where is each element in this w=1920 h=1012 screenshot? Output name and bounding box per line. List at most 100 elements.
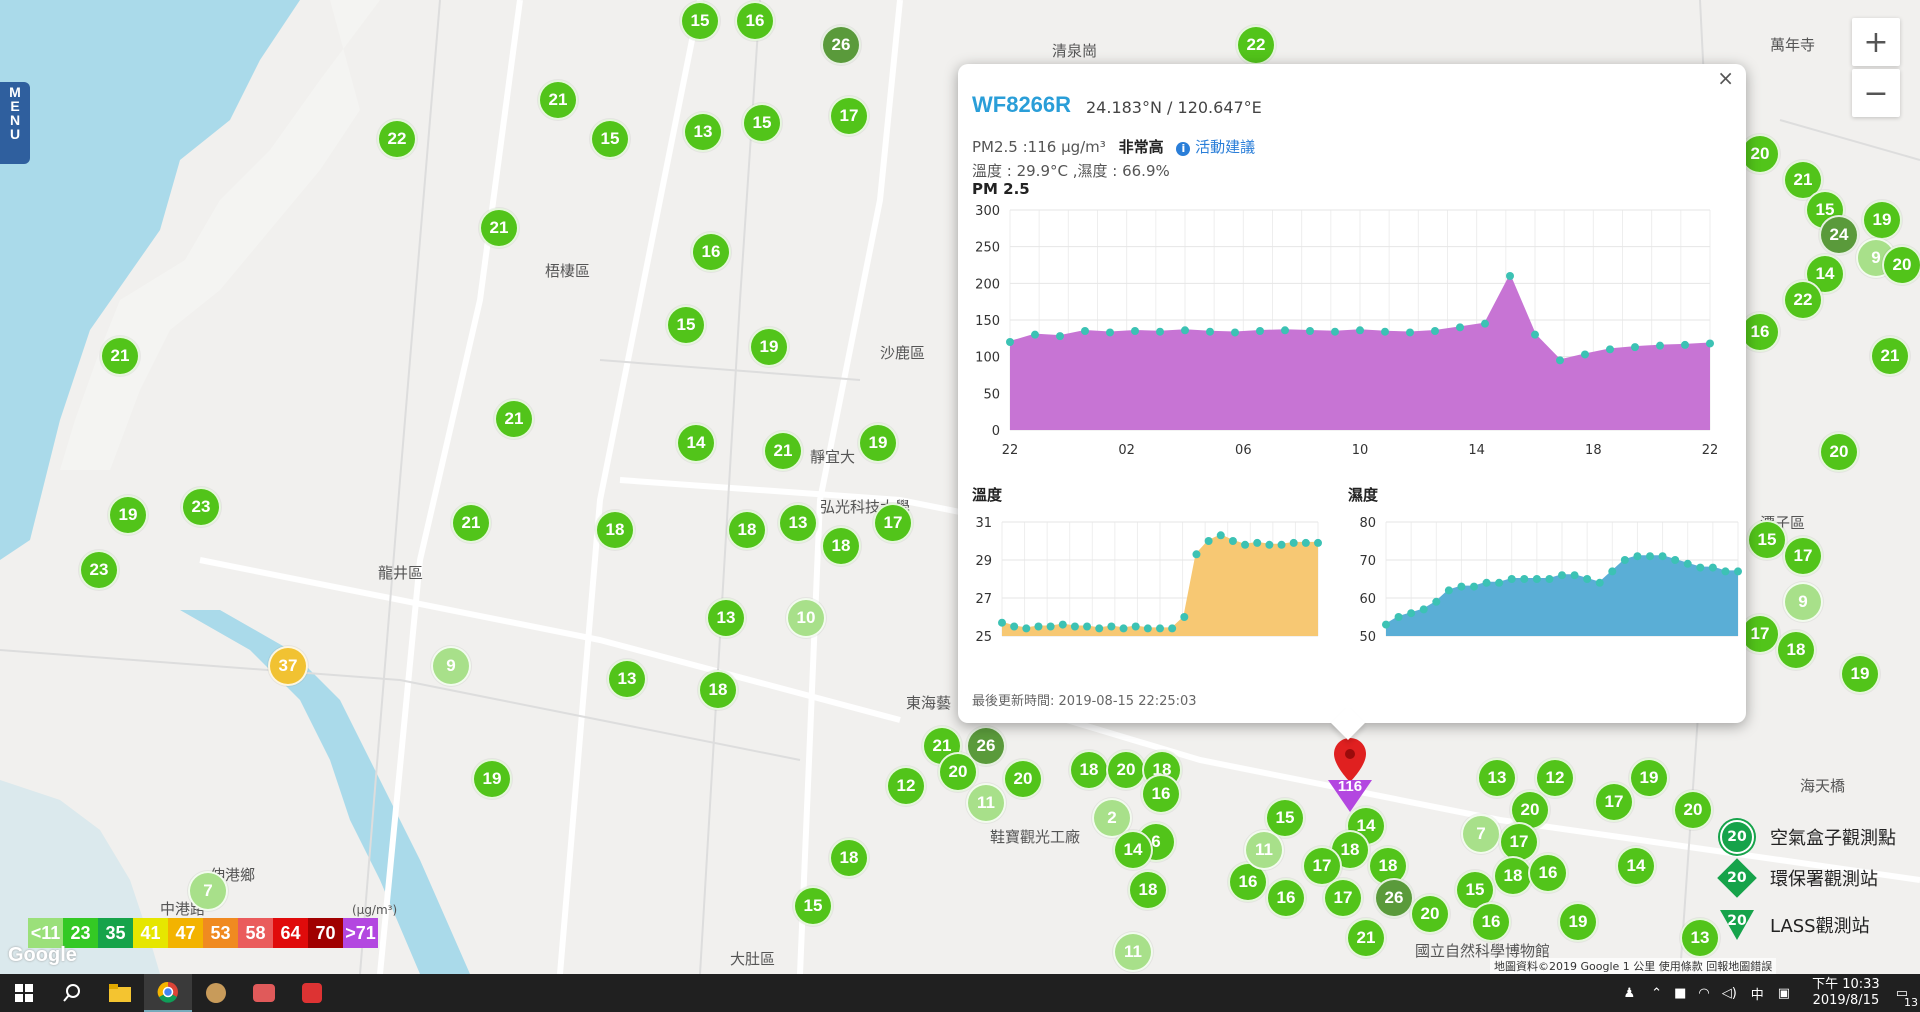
app-button-1[interactable] xyxy=(192,974,240,1012)
wifi-icon[interactable]: ◠ xyxy=(1698,986,1709,1001)
sensor-marker[interactable]: 12 xyxy=(1535,758,1575,798)
sensor-marker[interactable]: 7 xyxy=(1461,814,1501,854)
sensor-marker[interactable]: 18 xyxy=(1128,870,1168,910)
sensor-marker[interactable]: 21 xyxy=(1870,336,1910,376)
legend-lass-stations[interactable]: 20 LASS觀測站 xyxy=(1720,908,1870,942)
sensor-marker[interactable]: 26 xyxy=(821,25,861,65)
sensor-marker[interactable]: 13 xyxy=(778,503,818,543)
sensor-marker[interactable]: 21 xyxy=(451,503,491,543)
sensor-marker[interactable]: 18 xyxy=(727,510,767,550)
zoom-out-button[interactable]: − xyxy=(1852,69,1900,117)
close-popup-button[interactable]: × xyxy=(1717,66,1734,90)
menu-tab[interactable]: MENU xyxy=(0,82,30,164)
sensor-marker[interactable]: 15 xyxy=(666,305,706,345)
sensor-marker[interactable]: 23 xyxy=(181,487,221,527)
selected-station-pin[interactable] xyxy=(1334,738,1366,782)
sensor-marker[interactable]: 17 xyxy=(1594,782,1634,822)
map-canvas[interactable]: 梧棲區 沙鹿區 龍井區 伸港鄉 東海藝 弘光科技大學 靜宜大 大肚區 鞋寶觀光工廠 潭子區 海天橋國… xyxy=(0,0,1920,974)
sensor-marker[interactable]: 17 xyxy=(1740,614,1780,654)
sensor-marker[interactable]: 14 xyxy=(676,423,716,463)
sensor-marker[interactable]: 15 xyxy=(1747,520,1787,560)
ime-indicator[interactable]: 中 xyxy=(1751,984,1764,1003)
sensor-marker[interactable]: 16 xyxy=(735,1,775,41)
sensor-marker[interactable]: 14 xyxy=(1616,846,1656,886)
volume-icon[interactable]: ◁) xyxy=(1722,986,1737,1001)
sensor-marker[interactable]: 18 xyxy=(595,510,635,550)
sensor-marker[interactable]: 19 xyxy=(1629,758,1669,798)
legend-airbox-stations[interactable]: 20 空氣盒子觀測點 xyxy=(1720,820,1896,854)
sensor-marker[interactable]: 20 xyxy=(1882,245,1920,285)
app-button-2[interactable] xyxy=(240,974,288,1012)
file-explorer-button[interactable] xyxy=(96,974,144,1012)
sensor-marker[interactable]: 19 xyxy=(472,759,512,799)
sensor-marker[interactable]: 21 xyxy=(479,208,519,248)
sensor-marker[interactable]: 20 xyxy=(938,752,978,792)
clock[interactable]: 下午 10:33 2019/8/15 xyxy=(1812,977,1880,1009)
sensor-marker[interactable]: 10 xyxy=(786,598,826,638)
sensor-marker[interactable]: 18 xyxy=(821,526,861,566)
sensor-marker[interactable]: 17 xyxy=(1783,536,1823,576)
sensor-marker[interactable]: 16 xyxy=(1740,312,1780,352)
security-icon[interactable]: ■ xyxy=(1674,986,1686,1001)
sensor-marker[interactable]: 20 xyxy=(1740,134,1780,174)
sensor-marker[interactable]: 20 xyxy=(1003,759,1043,799)
station-id[interactable]: WF8266R xyxy=(972,92,1071,118)
sensor-marker[interactable]: 16 xyxy=(1471,902,1511,942)
sensor-marker[interactable]: 15 xyxy=(590,119,630,159)
sensor-marker[interactable]: 20 xyxy=(1410,894,1450,934)
sensor-marker[interactable]: 16 xyxy=(1141,774,1181,814)
sensor-marker[interactable]: 13 xyxy=(683,112,723,152)
sensor-marker[interactable]: 18 xyxy=(1069,750,1109,790)
sensor-marker[interactable]: 16 xyxy=(691,232,731,272)
sensor-marker[interactable]: 15 xyxy=(742,103,782,143)
sensor-marker[interactable]: 7 xyxy=(188,871,228,911)
search-button[interactable] xyxy=(48,974,96,1012)
sensor-marker[interactable]: 21 xyxy=(100,336,140,376)
sensor-marker[interactable]: 17 xyxy=(873,503,913,543)
sensor-marker[interactable]: 13 xyxy=(607,659,647,699)
sensor-marker[interactable]: 24 xyxy=(1819,215,1859,255)
selected-station-marker[interactable]: 116 xyxy=(1326,778,1374,812)
sensor-marker[interactable]: 19 xyxy=(749,327,789,367)
notification-button[interactable]: ▭ 13 xyxy=(1896,986,1918,1009)
sensor-marker[interactable]: 11 xyxy=(1113,932,1153,972)
sensor-marker[interactable]: 15 xyxy=(793,886,833,926)
sensor-marker[interactable]: 23 xyxy=(79,550,119,590)
sensor-marker[interactable]: 18 xyxy=(698,670,738,710)
sensor-marker[interactable]: 21 xyxy=(494,399,534,439)
activity-advice-link[interactable]: i 活動建議 xyxy=(1176,138,1255,156)
sensor-marker[interactable]: 18 xyxy=(1776,630,1816,670)
sensor-marker[interactable]: 13 xyxy=(706,598,746,638)
sensor-marker[interactable]: 13 xyxy=(1477,758,1517,798)
sensor-marker[interactable]: 18 xyxy=(1493,856,1533,896)
app-button-3[interactable] xyxy=(288,974,336,1012)
sensor-marker[interactable]: 11 xyxy=(1244,830,1284,870)
sensor-marker[interactable]: 22 xyxy=(377,119,417,159)
sensor-marker[interactable]: 12 xyxy=(886,766,926,806)
sensor-marker[interactable]: 19 xyxy=(1558,902,1598,942)
keyboard-icon[interactable]: ▣ xyxy=(1778,986,1790,1001)
sensor-marker[interactable]: 16 xyxy=(1266,878,1306,918)
sensor-marker[interactable]: 21 xyxy=(538,80,578,120)
zoom-in-button[interactable]: + xyxy=(1852,18,1900,66)
sensor-marker[interactable]: 22 xyxy=(1236,25,1276,65)
sensor-marker[interactable]: 14 xyxy=(1113,830,1153,870)
map-attribution[interactable]: 地圖資料©2019 Google 1 公里 使用條款 回報地圖錯誤 xyxy=(1490,958,1777,974)
chevron-up-icon[interactable]: ⌃ xyxy=(1651,986,1662,1001)
sensor-marker[interactable]: 19 xyxy=(1840,654,1880,694)
sensor-marker[interactable]: 17 xyxy=(829,96,869,136)
sensor-marker[interactable]: 15 xyxy=(680,1,720,41)
sensor-marker[interactable]: 21 xyxy=(1346,918,1386,958)
sensor-marker[interactable]: 9 xyxy=(1783,582,1823,622)
sensor-marker[interactable]: 20 xyxy=(1673,790,1713,830)
sensor-marker[interactable]: 11 xyxy=(966,783,1006,823)
sensor-marker[interactable]: 21 xyxy=(763,431,803,471)
sensor-marker[interactable]: 16 xyxy=(1528,853,1568,893)
legend-epa-stations[interactable]: 20 環保署觀測站 xyxy=(1717,858,1878,898)
sensor-marker[interactable]: 9 xyxy=(431,646,471,686)
start-button[interactable] xyxy=(0,974,48,1012)
sensor-marker[interactable]: 22 xyxy=(1783,280,1823,320)
sensor-marker[interactable]: 18 xyxy=(829,838,869,878)
sensor-marker[interactable]: 20 xyxy=(1819,432,1859,472)
sensor-marker[interactable]: 19 xyxy=(108,495,148,535)
